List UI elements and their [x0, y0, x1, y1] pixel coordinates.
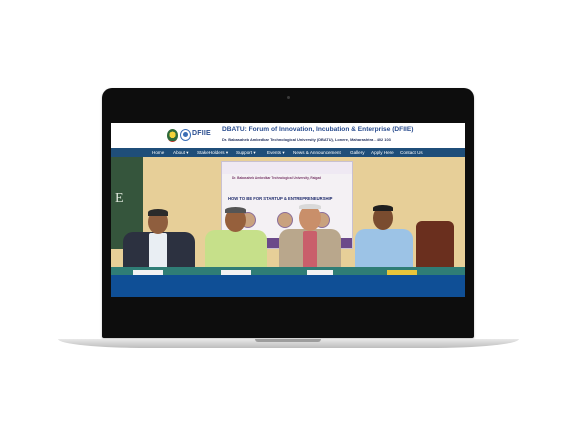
dfiie-logo-icon: [180, 129, 191, 141]
webcam-icon: [287, 96, 290, 99]
laptop-screen: DFIIE DBATU: Forum of Innovation, Incuba…: [111, 123, 465, 297]
nav-item-contact[interactable]: Contact Us: [400, 150, 423, 155]
site-header: DFIIE DBATU: Forum of Innovation, Incuba…: [111, 123, 465, 148]
nav-item-stakeholders[interactable]: StakeHolders ▾: [197, 150, 228, 156]
banner-university-text: Dr. Babasaheb Ambedkar Technological Uni…: [232, 176, 322, 180]
banner-event-title: HOW TO BE FOR STARTUP & ENTREPRENEURSHIP: [228, 196, 333, 201]
banner-header: [222, 162, 352, 174]
nav-item-home[interactable]: Home: [152, 150, 164, 155]
nav-item-events[interactable]: Events ▾: [267, 150, 285, 156]
nav-item-support[interactable]: Support ▾: [236, 150, 256, 156]
main-navigation: Home About ▾ StakeHolders ▾ Support ▾ Ev…: [111, 148, 465, 157]
laptop-notch: [255, 339, 321, 342]
site-logo-text[interactable]: DFIIE: [192, 130, 211, 137]
table-cloth: [111, 275, 465, 297]
nav-item-apply[interactable]: Apply Here: [371, 150, 394, 155]
speaker-photo: [277, 212, 293, 228]
hero-image: E Dr. Babasaheb Ambedkar Technological U…: [111, 157, 465, 297]
university-emblem-icon: [167, 129, 178, 142]
site-title: DBATU: Forum of Innovation, Incubation &…: [222, 126, 414, 133]
site-subtitle: Dr. Babasaheb Ambedkar Technological Uni…: [222, 137, 391, 142]
nav-item-about[interactable]: About ▾: [173, 150, 189, 156]
nav-item-news[interactable]: News & Announcement: [293, 150, 341, 155]
nav-item-gallery[interactable]: Gallery: [350, 150, 365, 155]
leather-chair: [416, 221, 454, 271]
